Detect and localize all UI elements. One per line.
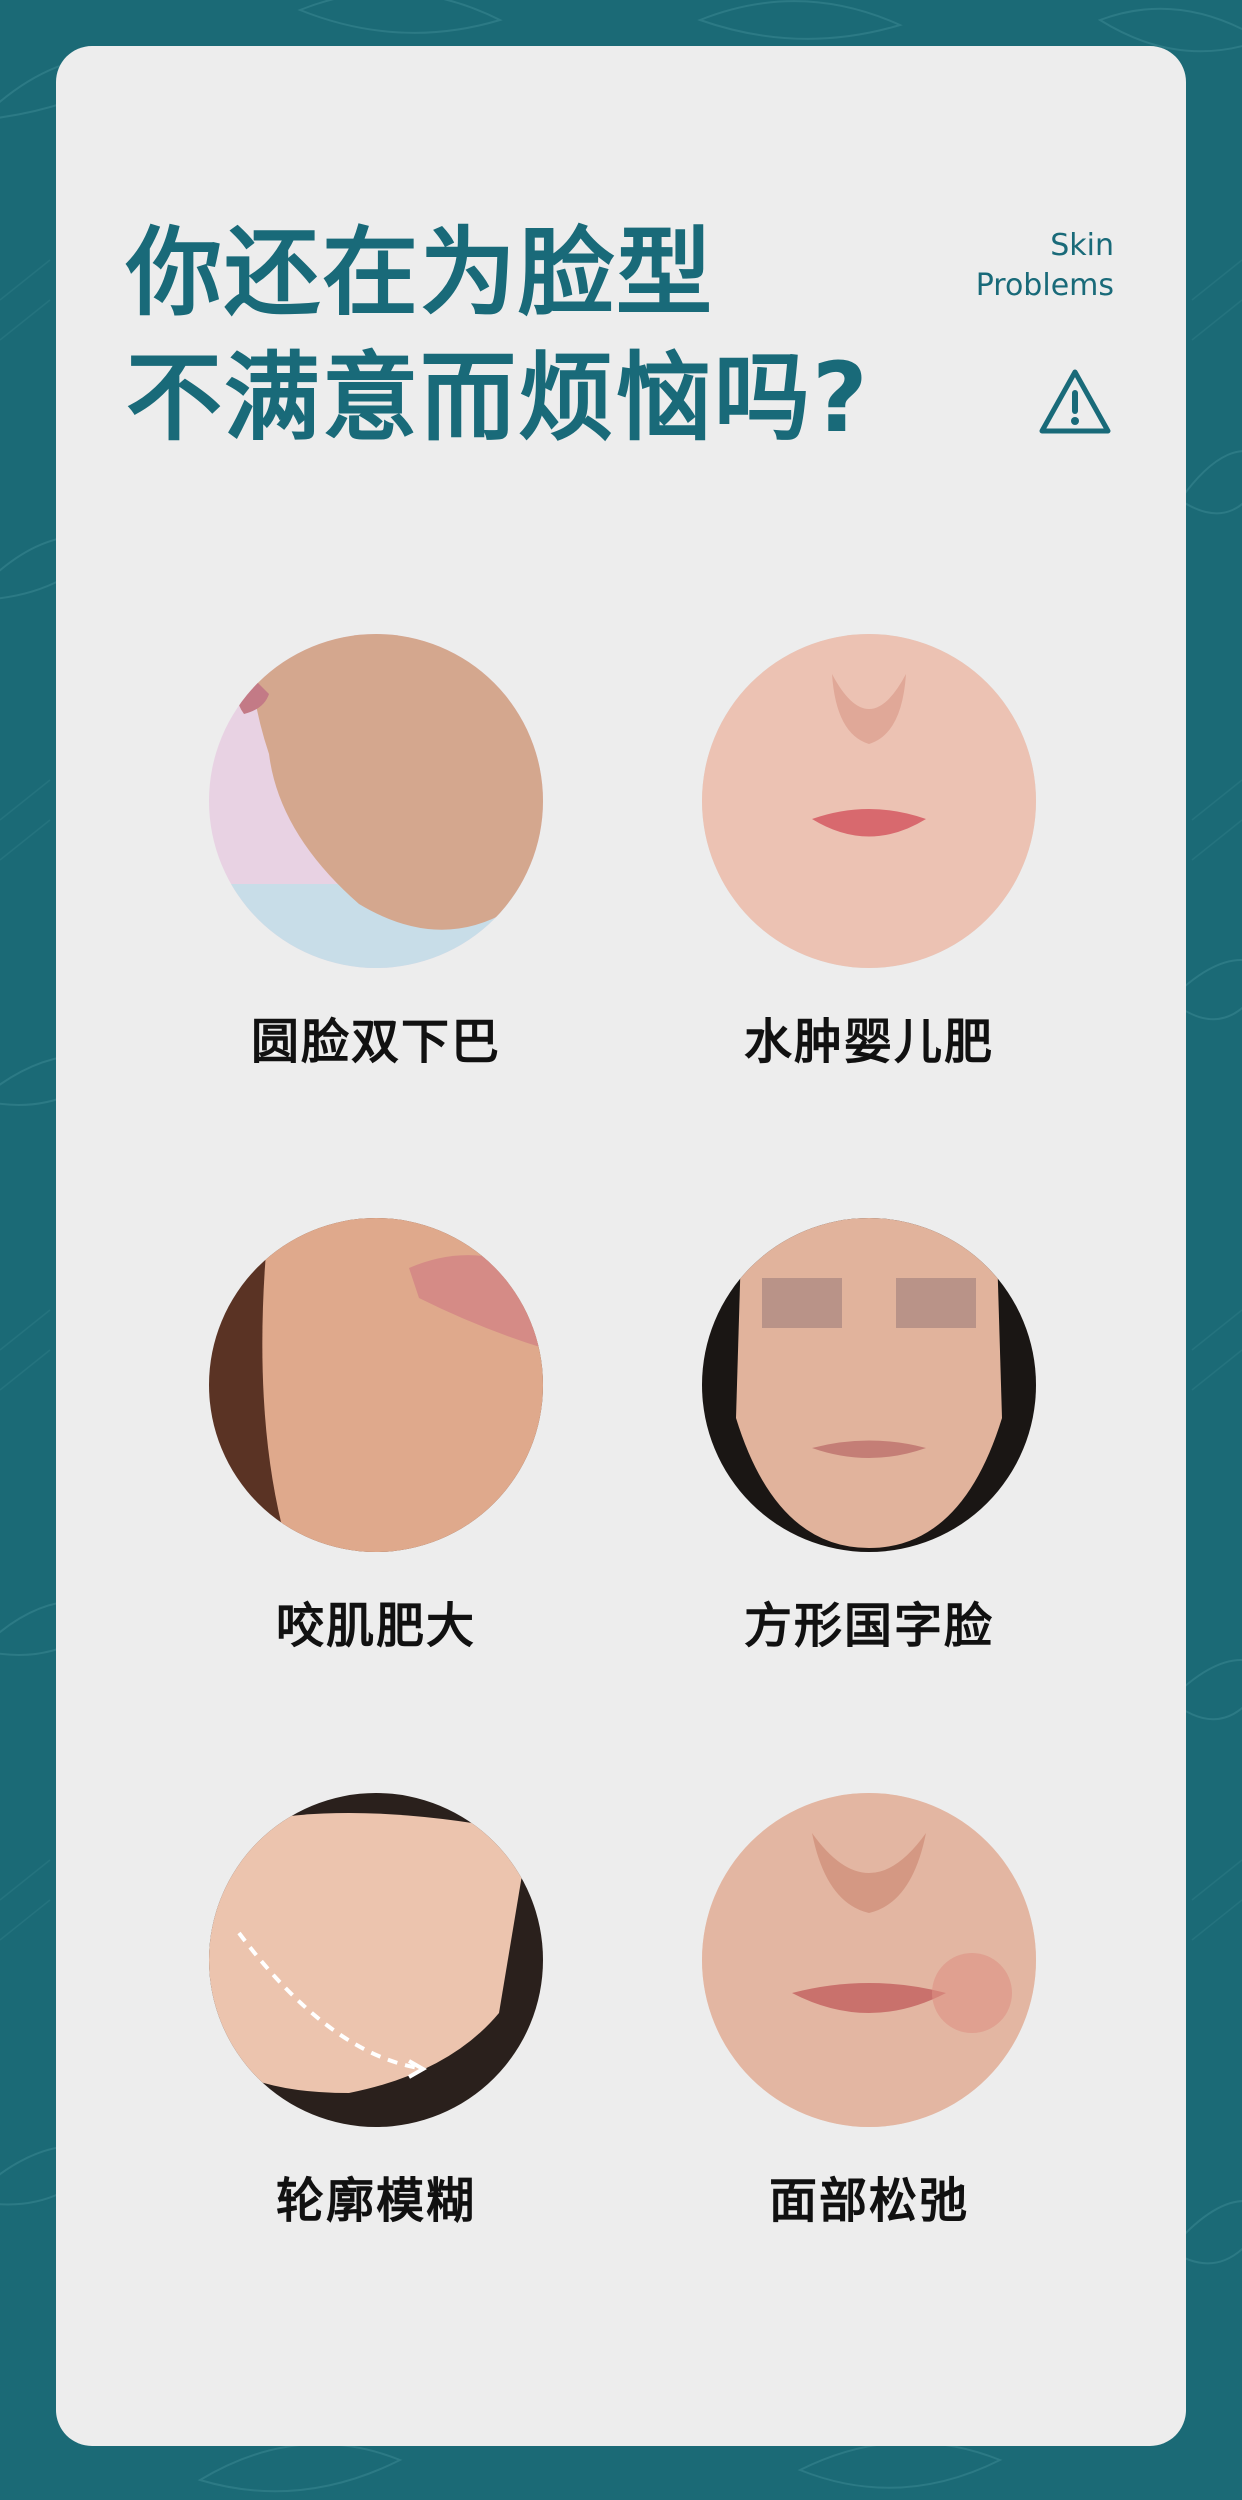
title-line-1: 你还在为脸型 <box>126 217 714 329</box>
blurred-contour-photo <box>209 1793 543 2127</box>
problem-label: 方形国字脸 <box>743 1598 994 1654</box>
problem-item-round-face: 圆脸双下巴 <box>206 634 546 1072</box>
edema-face-photo <box>702 634 1036 968</box>
problem-item-sagging: 面部松弛 <box>699 1793 1039 2231</box>
title-line-2: 不满意而烦恼吗? <box>126 342 870 454</box>
problem-label: 面部松弛 <box>768 2173 969 2229</box>
tag-line-2: Problems <box>975 268 1114 303</box>
skin-problems-tag: Skin Problems <box>976 226 1114 306</box>
round-face-photo <box>209 634 543 968</box>
problem-item-edema: 水肿婴儿肥 <box>699 634 1039 1072</box>
warning-triangle-icon <box>1039 369 1111 434</box>
problem-item-square-face: 方形国字脸 <box>699 1218 1039 1656</box>
square-face-photo <box>702 1218 1036 1552</box>
sagging-face-photo <box>702 1793 1036 2127</box>
problem-item-masseter: 咬肌肥大 <box>206 1218 546 1656</box>
content-card: 你还在为脸型 不满意而烦恼吗? Skin Problems 圆脸双下巴 水肿婴儿… <box>56 46 1186 2446</box>
problem-label: 轮廓模糊 <box>275 2173 476 2229</box>
masseter-photo <box>209 1218 543 1552</box>
problem-label: 咬肌肥大 <box>275 1598 476 1654</box>
problem-label: 水肿婴儿肥 <box>743 1014 994 1070</box>
page-title: 你还在为脸型 不满意而烦恼吗? <box>126 211 870 461</box>
tag-line-1: Skin <box>1050 228 1114 263</box>
problem-item-blurred-contour: 轮廓模糊 <box>206 1793 546 2231</box>
problem-label: 圆脸双下巴 <box>250 1014 501 1070</box>
